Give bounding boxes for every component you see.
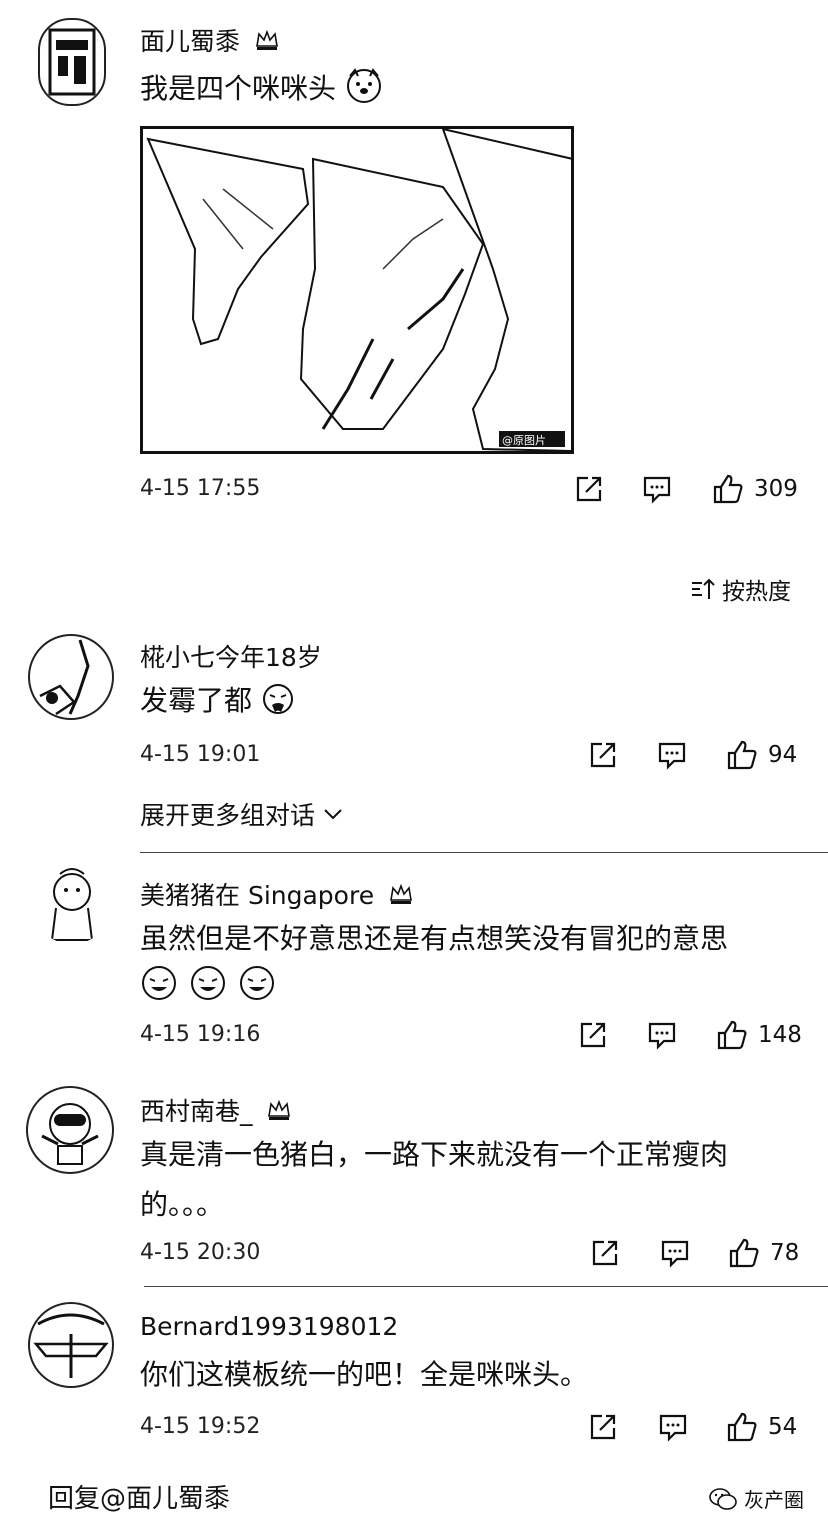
timestamp: 4-15 20:30 bbox=[140, 1240, 261, 1265]
username[interactable]: 西村南巷_ bbox=[140, 1092, 292, 1128]
comment-icon bbox=[659, 1414, 687, 1442]
chevron-down-icon bbox=[324, 809, 342, 820]
crying-laugh-emoji-icon bbox=[238, 964, 276, 1006]
watermark-text: 灰产圈 bbox=[744, 1488, 804, 1512]
reply-button[interactable] bbox=[660, 1238, 690, 1268]
share-icon bbox=[590, 742, 616, 768]
share-button[interactable] bbox=[590, 1238, 620, 1268]
wechat-icon bbox=[709, 1487, 737, 1510]
comment-text: 你们这模板统一的吧！全是咪咪头。 bbox=[140, 1358, 589, 1391]
crown-badge-icon bbox=[254, 28, 280, 58]
like-count: 78 bbox=[770, 1240, 800, 1266]
reply-button[interactable] bbox=[658, 1412, 688, 1442]
crown-badge-icon bbox=[388, 882, 414, 912]
comment-icon bbox=[648, 1022, 676, 1050]
comment-icon bbox=[643, 476, 671, 504]
avatar[interactable] bbox=[38, 18, 106, 106]
comment-text: 我是四个咪咪头 bbox=[140, 64, 383, 120]
thumbs-up-icon bbox=[717, 1020, 747, 1050]
emoji-row bbox=[140, 964, 276, 1006]
share-icon bbox=[576, 476, 602, 502]
share-button[interactable] bbox=[574, 474, 604, 504]
sort-label: 按热度 bbox=[722, 579, 791, 605]
share-icon bbox=[592, 1240, 618, 1266]
share-icon bbox=[580, 1022, 606, 1048]
comment-icon bbox=[658, 742, 686, 770]
share-icon bbox=[590, 1414, 616, 1440]
watermark: 灰产圈 bbox=[708, 1484, 804, 1513]
like-count: 54 bbox=[768, 1414, 798, 1440]
username-text: 面儿蜀黍 bbox=[140, 27, 241, 56]
like-button[interactable]: 94 bbox=[726, 739, 797, 771]
divider bbox=[140, 852, 828, 853]
reply-input[interactable]: 回复@面儿蜀黍 bbox=[48, 1478, 230, 1515]
crying-laugh-emoji-icon bbox=[140, 964, 178, 1006]
comment-text: 发霉了都 bbox=[140, 676, 295, 732]
comment-text: 真是清一色猪白，一路下来就没有一个正常瘦肉的。。。 bbox=[140, 1138, 729, 1221]
timestamp: 4-15 17:55 bbox=[140, 476, 261, 501]
avatar[interactable] bbox=[28, 634, 114, 720]
dog-face-emoji-icon bbox=[345, 66, 383, 120]
avatar-image bbox=[50, 868, 94, 941]
username-text: 美猪猪在 Singapore bbox=[140, 881, 375, 910]
username-text: 西村南巷_ bbox=[140, 1097, 253, 1126]
avatar[interactable] bbox=[28, 1302, 114, 1388]
username[interactable]: 美猪猪在 Singapore bbox=[140, 876, 414, 912]
sketch-drawing: @原图片 bbox=[146, 127, 574, 453]
divider bbox=[144, 1286, 828, 1287]
username[interactable]: 面儿蜀黍 bbox=[140, 22, 280, 58]
expand-more-button[interactable]: 展开更多组对话 bbox=[140, 796, 343, 832]
comment-image[interactable]: @原图片 bbox=[140, 126, 574, 454]
comment-icon bbox=[661, 1240, 689, 1268]
like-button[interactable]: 148 bbox=[716, 1019, 802, 1051]
avatar-image bbox=[33, 1313, 109, 1378]
reply-button[interactable] bbox=[657, 740, 687, 770]
sort-icon bbox=[692, 578, 715, 599]
like-button[interactable]: 78 bbox=[728, 1237, 799, 1269]
thumbs-up-icon bbox=[713, 474, 743, 504]
reply-button[interactable] bbox=[647, 1020, 677, 1050]
comment-text: 虽然但是不好意思还是有点想笑没有冒犯的意思 bbox=[140, 922, 729, 955]
thumbs-up-icon bbox=[727, 740, 757, 770]
username[interactable]: Bernard1993198012 bbox=[140, 1312, 398, 1341]
like-count: 309 bbox=[754, 476, 798, 502]
thumbs-up-icon bbox=[729, 1238, 759, 1268]
timestamp: 4-15 19:52 bbox=[140, 1414, 261, 1439]
expand-label: 展开更多组对话 bbox=[140, 801, 316, 830]
thumbs-up-icon bbox=[727, 1412, 757, 1442]
share-button[interactable] bbox=[588, 740, 618, 770]
like-count: 148 bbox=[758, 1022, 802, 1048]
sort-toggle[interactable]: 按热度 bbox=[690, 572, 791, 606]
crown-badge-icon bbox=[266, 1098, 292, 1128]
username[interactable]: 椛小七今年18岁 bbox=[140, 638, 322, 674]
avatar-image bbox=[39, 639, 90, 716]
share-button[interactable] bbox=[578, 1020, 608, 1050]
share-button[interactable] bbox=[588, 1412, 618, 1442]
like-button[interactable]: 54 bbox=[726, 1411, 797, 1443]
avatar-image bbox=[41, 1103, 99, 1165]
avatar[interactable] bbox=[30, 862, 114, 946]
image-watermark: @原图片 bbox=[502, 434, 546, 447]
reply-button[interactable] bbox=[642, 474, 672, 504]
vomit-face-emoji-icon bbox=[261, 682, 295, 732]
timestamp: 4-15 19:16 bbox=[140, 1022, 261, 1047]
timestamp: 4-15 19:01 bbox=[140, 742, 261, 767]
like-button[interactable]: 309 bbox=[712, 473, 798, 505]
avatar[interactable] bbox=[26, 1086, 114, 1174]
avatar-image bbox=[48, 28, 96, 96]
crying-laugh-emoji-icon bbox=[189, 964, 227, 1006]
like-count: 94 bbox=[768, 742, 798, 768]
